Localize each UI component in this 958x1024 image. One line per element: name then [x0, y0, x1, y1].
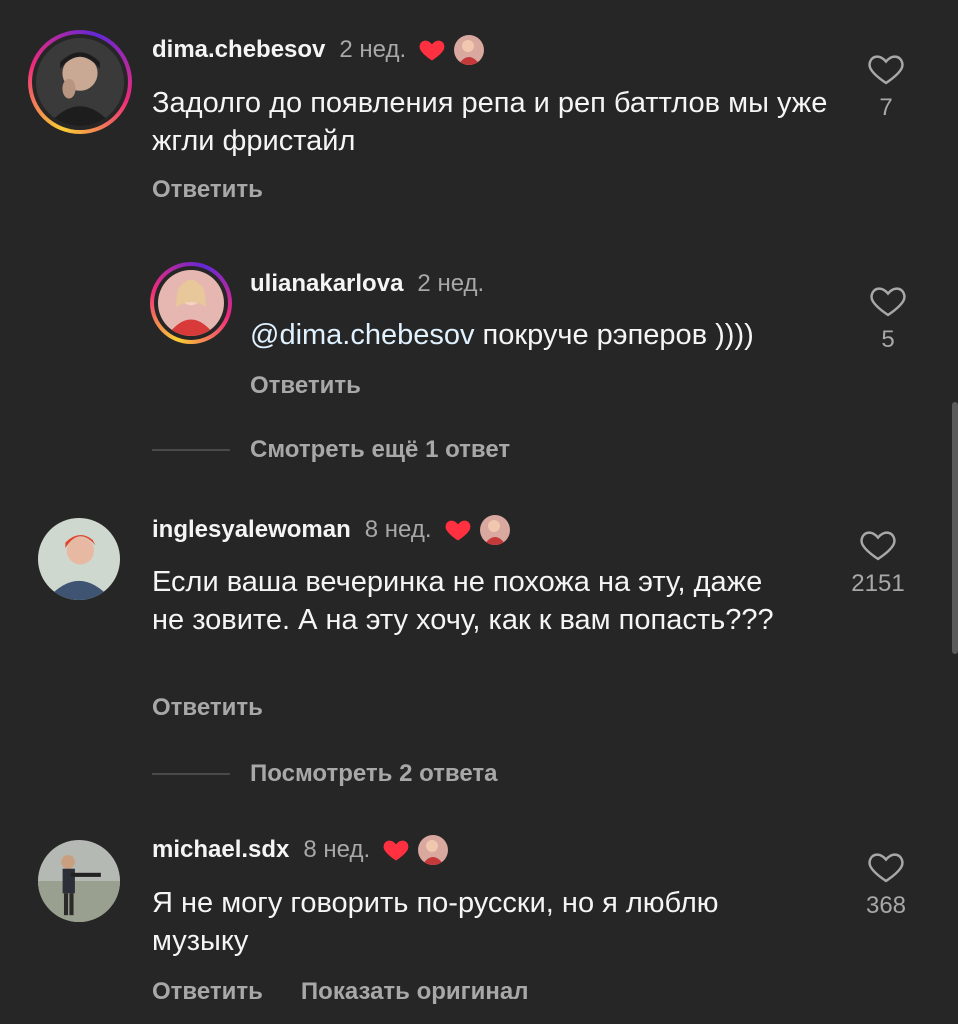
divider — [152, 449, 230, 451]
comment-text: @dima.chebesov покруче рэперов )))) — [250, 316, 850, 354]
comment-body: покруче рэперов )))) — [474, 319, 754, 351]
heart-outline-icon — [868, 853, 904, 883]
view-more-label: Посмотреть 2 ответа — [250, 760, 498, 787]
timestamp: 8 нед. — [364, 516, 432, 543]
username[interactable]: ulianakarlova — [250, 270, 403, 298]
like-count: 368 — [865, 892, 907, 919]
divider — [152, 773, 230, 775]
timestamp: 2 нед. — [339, 36, 407, 63]
author-avatar — [416, 833, 451, 867]
reply-button[interactable]: Ответить — [250, 372, 361, 400]
view-more-label: Смотреть ещё 1 ответ — [250, 436, 511, 463]
username[interactable]: inglesyalewoman — [152, 516, 351, 544]
username[interactable]: dima.chebesov — [152, 36, 325, 64]
reply-button[interactable]: Ответить — [152, 694, 263, 722]
like-button[interactable]: 2151 — [838, 528, 918, 598]
heart-outline-icon — [860, 531, 896, 561]
comment-text: Я не могу говорить по-русски, но я люблю… — [152, 887, 719, 957]
reply-button[interactable]: Ответить — [152, 978, 263, 1006]
heart-filled-icon — [383, 840, 409, 861]
comment-text: Задолго до появления репа и реп баттлов … — [152, 87, 828, 157]
heart-filled-icon — [445, 520, 470, 541]
like-button[interactable]: 5 — [848, 284, 928, 354]
timestamp: 2 нед. — [417, 270, 485, 297]
username[interactable]: michael.sdx — [152, 836, 289, 864]
scrollbar[interactable] — [952, 402, 958, 654]
like-button[interactable]: 368 — [846, 850, 926, 920]
heart-outline-icon — [868, 55, 904, 85]
avatar[interactable] — [28, 30, 132, 134]
author-avatar — [452, 33, 487, 67]
heart-outline-icon — [870, 287, 906, 317]
like-count: 5 — [881, 326, 895, 353]
heart-filled-icon — [419, 40, 445, 61]
mention-link[interactable]: @dima.chebesov — [250, 319, 475, 351]
view-replies-button[interactable]: Посмотреть 2 ответа — [152, 760, 497, 788]
show-original-button[interactable]: Показать оригинал — [301, 978, 529, 1006]
reply-button[interactable]: Ответить — [152, 176, 263, 204]
like-count: 7 — [879, 94, 893, 121]
view-more-replies-button[interactable]: Смотреть ещё 1 ответ — [152, 436, 510, 464]
avatar[interactable] — [38, 518, 120, 600]
avatar[interactable] — [150, 262, 232, 344]
author-avatar — [477, 513, 512, 547]
comment-text: Если ваша вечеринка не похожа на эту, да… — [152, 566, 774, 636]
like-count: 2151 — [851, 570, 905, 597]
avatar[interactable] — [38, 840, 120, 922]
like-button[interactable]: 7 — [846, 52, 926, 122]
timestamp: 8 нед. — [303, 836, 371, 863]
